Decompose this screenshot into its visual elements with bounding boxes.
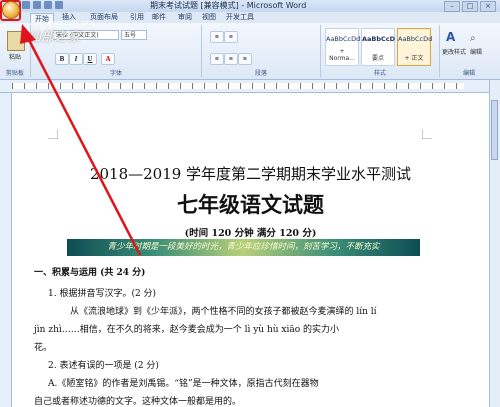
vertical-ruler[interactable] <box>0 93 12 407</box>
watermark-logo: 仙部之家 <box>28 30 81 45</box>
motto-banner: 青少年时期是一段美好的时光，青少年应珍惜时间，刻苦学习，不断充实 <box>67 239 420 256</box>
style-body[interactable]: AaBbCcDd + 正文 <box>397 28 433 66</box>
editing-group: A 更改样式 ⌕ 编辑 编辑 <box>440 25 498 77</box>
underline-button[interactable]: U <box>83 53 97 65</box>
align-left-icon[interactable]: ≡ <box>210 53 224 65</box>
vertical-scrollbar[interactable] <box>489 80 500 407</box>
style-preview: AaBbCcD <box>362 35 396 43</box>
minimize-button[interactable]: – <box>444 1 460 12</box>
question-1-line: 花。 <box>34 343 53 353</box>
exam-title: 七年级语文试题 <box>177 192 324 217</box>
style-label: 要点 <box>371 55 384 62</box>
office-button[interactable] <box>2 1 20 19</box>
question-2-option-a: A.《陋室铭》的作者是刘禹锡。“铭”是一种文体，原指古代刻在器物 <box>48 379 319 389</box>
watermark-url: www.xxdc.com <box>48 20 95 27</box>
window-controls: – □ × <box>444 1 496 12</box>
style-preview: AaBbCcDd <box>398 35 433 43</box>
exam-heading: 2018—2019 学年度第二学期期末学业水平测试 <box>89 165 412 183</box>
maximize-button[interactable]: □ <box>462 1 478 12</box>
change-styles-label[interactable]: 更改样式 <box>442 47 466 56</box>
editing-group-label: 编辑 <box>462 70 475 77</box>
tab-view[interactable]: 视图 <box>202 12 216 23</box>
font-size-select[interactable]: 五号 <box>121 30 147 40</box>
italic-button[interactable]: I <box>69 53 83 65</box>
style-label: + 正文 <box>404 55 424 62</box>
styles-group-label: 样式 <box>373 70 386 77</box>
question-1: 1. 根据拼音写汉字。(2 分) <box>48 289 157 299</box>
font-group-label: 字体 <box>109 70 122 77</box>
paragraph-group-label: 段落 <box>254 70 267 77</box>
change-styles-icon[interactable]: A <box>446 30 455 44</box>
bullets-icon[interactable]: ≡ <box>210 31 224 43</box>
undo-icon[interactable] <box>33 1 41 9</box>
document-page[interactable]: 2018—2019 学年度第二学期期末学业水平测试 七年级语文试题 (时间 12… <box>12 93 489 407</box>
bold-button[interactable]: B <box>55 53 69 65</box>
edit-label[interactable]: 编辑 <box>470 47 482 56</box>
margin-corner-mark <box>422 129 432 139</box>
margin-corner-mark <box>48 129 58 139</box>
question-1-line: jìn zhì……相信，在不久的将来，赵今麦会成为一个 lì yù hù xiā… <box>34 325 340 335</box>
style-key-point[interactable]: AaBbCcD 要点 <box>361 28 395 66</box>
style-normal[interactable]: AaBbCcDd + Norma... <box>325 28 361 66</box>
question-1-line: 从《流浪地球》到《少年派》，两个性格不同的女孩子都被赵今麦演绎的 lín lí <box>70 307 377 317</box>
exam-time-score: (时间 120 分钟 满分 120 分) <box>184 228 317 239</box>
quick-access-toolbar <box>22 1 63 9</box>
question-2: 2. 表述有误的一项是 (2 分) <box>48 361 159 371</box>
align-right-icon[interactable]: ≡ <box>238 53 252 65</box>
binoculars-icon[interactable]: ⌕ <box>470 33 476 44</box>
scrollbar-thumb[interactable] <box>491 100 498 160</box>
section-heading: 一、积累与运用 (共 24 分) <box>34 268 146 278</box>
redo-icon[interactable] <box>44 1 52 9</box>
numbering-icon[interactable]: ≡ <box>224 31 238 43</box>
save-icon[interactable] <box>22 1 30 9</box>
clipboard-group: 粘贴 剪贴板 <box>0 25 31 77</box>
tab-developer[interactable]: 开发工具 <box>226 12 254 23</box>
clipboard-group-label: 剪贴板 <box>5 70 24 77</box>
window-title: 期末考试试题 [兼容模式] - Microsoft Word <box>150 1 307 10</box>
paste-label[interactable]: 粘贴 <box>0 52 30 61</box>
font-color-icon[interactable]: A <box>101 53 115 65</box>
close-button[interactable]: × <box>480 1 496 12</box>
tab-references[interactable]: 引用 <box>130 12 144 23</box>
tab-mailings[interactable]: 邮件 <box>152 12 166 23</box>
style-preview: AaBbCcDd <box>326 35 361 43</box>
style-label: + Norma... <box>329 48 355 62</box>
align-center-icon[interactable]: ≡ <box>224 53 238 65</box>
horizontal-ruler[interactable] <box>0 80 500 93</box>
tab-review[interactable]: 审阅 <box>178 12 192 23</box>
ruler-ticks <box>12 83 464 89</box>
question-2-option-a-cont: 自己或者称述功德的文字。这种文体一般都是用的。 <box>34 397 242 407</box>
print-icon[interactable] <box>55 1 63 9</box>
paste-icon[interactable] <box>7 31 25 51</box>
styles-group: AaBbCcDd + Norma... AaBbCcD 要点 AaBbCcDd … <box>321 25 440 77</box>
paragraph-group: ≡ ≡ ≡ ≡ ≡ 段落 <box>202 25 321 77</box>
